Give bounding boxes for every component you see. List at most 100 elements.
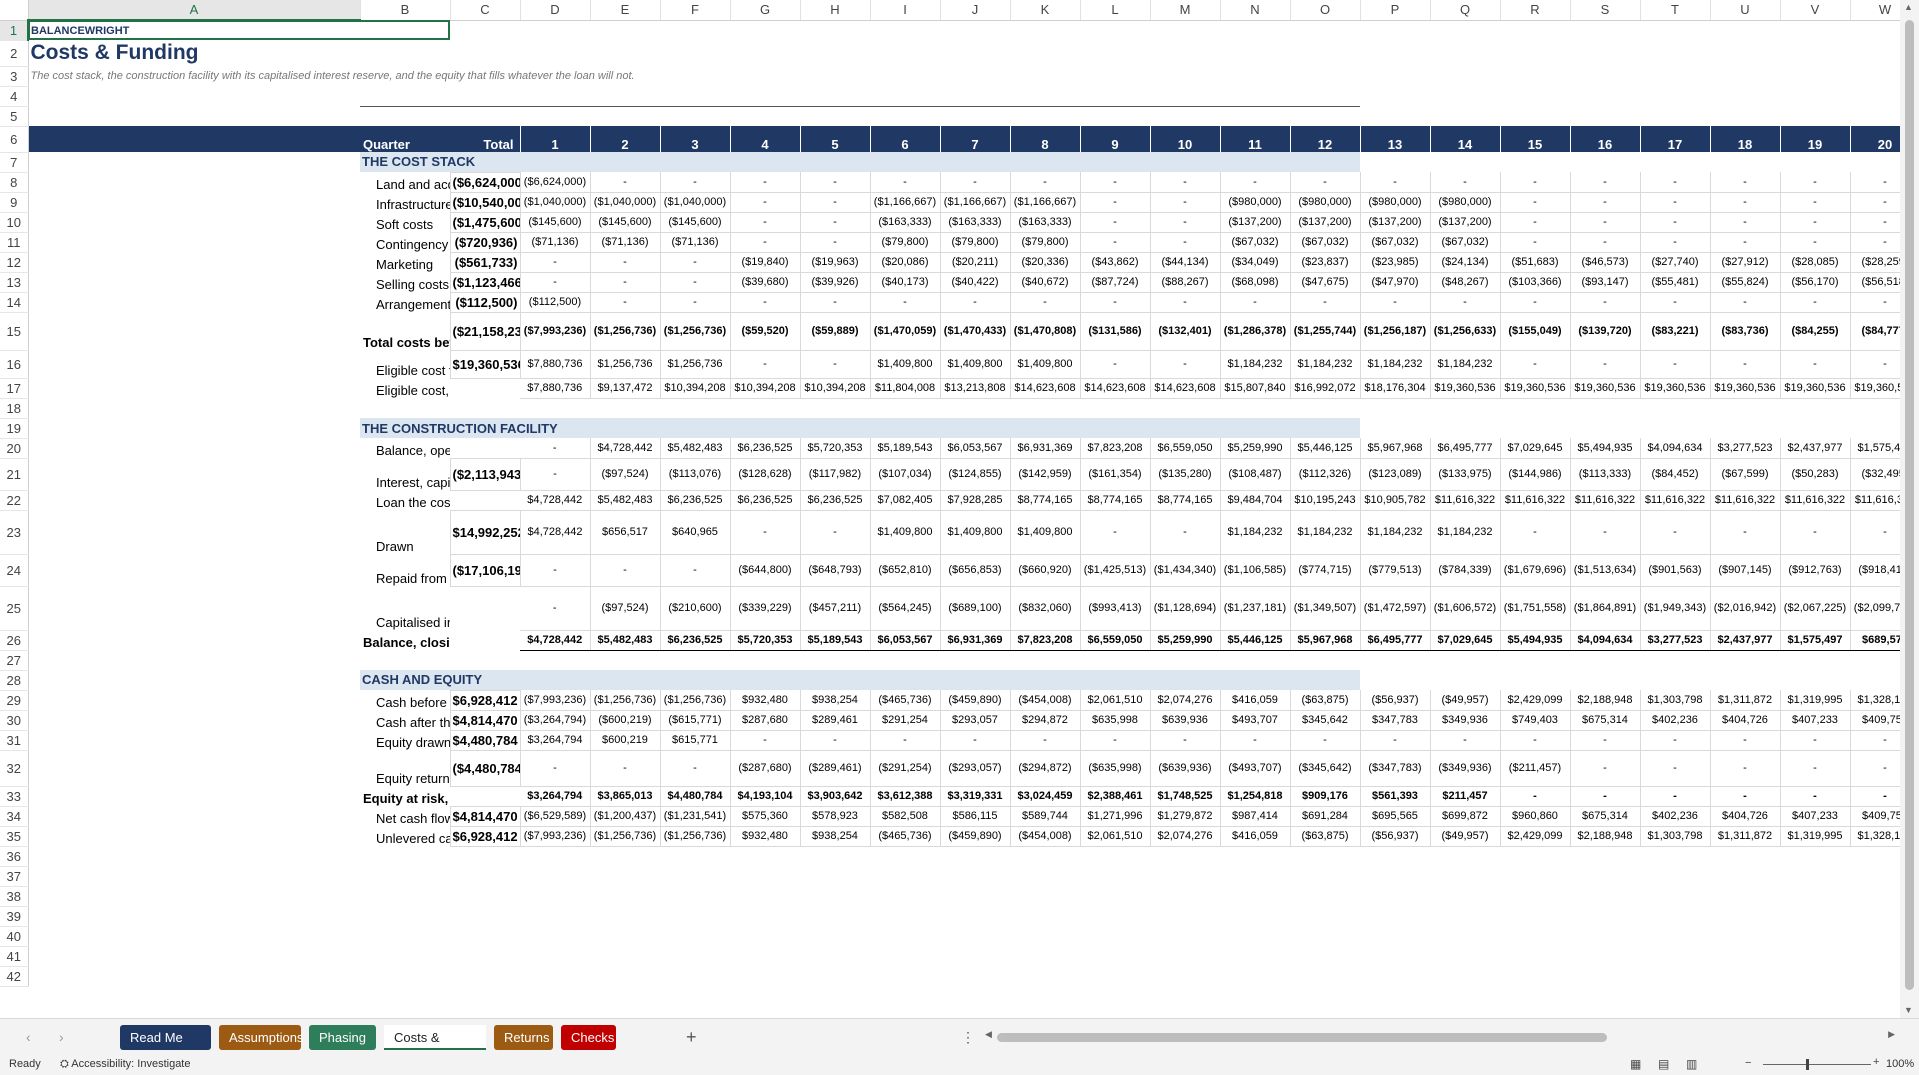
value-cell[interactable]: -: [1710, 212, 1781, 233]
value-cell[interactable]: -: [1780, 786, 1851, 807]
value-cell[interactable]: -: [590, 252, 661, 273]
value-cell[interactable]: ($20,336): [1010, 252, 1081, 273]
value-cell[interactable]: ($142,959): [1010, 458, 1081, 491]
cell[interactable]: [940, 926, 1010, 946]
value-cell[interactable]: $938,254: [800, 690, 871, 711]
value-cell[interactable]: -: [520, 438, 591, 459]
value-cell[interactable]: -: [1290, 172, 1361, 193]
cell[interactable]: [590, 886, 660, 906]
value-cell[interactable]: -: [520, 554, 591, 587]
value-cell[interactable]: $9,484,704: [1220, 490, 1291, 511]
cell[interactable]: [1500, 152, 1570, 172]
quarter-header[interactable]: 5: [800, 126, 871, 152]
value-cell[interactable]: ($68,098): [1220, 272, 1291, 293]
cell[interactable]: [940, 846, 1010, 866]
value-cell[interactable]: $10,195,243: [1290, 490, 1361, 511]
column-header[interactable]: T: [1640, 0, 1711, 21]
row-label[interactable]: Balance, opening: [360, 438, 450, 458]
cell[interactable]: [660, 906, 730, 926]
row-header[interactable]: 33: [0, 786, 29, 807]
value-cell[interactable]: $1,319,995: [1780, 690, 1851, 711]
value-cell[interactable]: $19,360,536: [1430, 378, 1501, 399]
cell[interactable]: [1850, 886, 1900, 906]
value-cell[interactable]: -: [1080, 350, 1151, 379]
value-cell[interactable]: ($293,057): [940, 750, 1011, 787]
cell[interactable]: [1150, 966, 1220, 986]
cell[interactable]: [1850, 926, 1900, 946]
quarter-header[interactable]: 7: [940, 126, 1011, 152]
cell[interactable]: [1570, 152, 1640, 172]
cell[interactable]: [1570, 926, 1640, 946]
value-cell[interactable]: ($123,089): [1360, 458, 1431, 491]
row-header[interactable]: 5: [0, 106, 29, 127]
value-cell[interactable]: ($132,401): [1150, 312, 1221, 351]
row-header[interactable]: 1: [0, 20, 29, 41]
cell[interactable]: [800, 40, 870, 66]
value-cell[interactable]: $4,193,104: [730, 786, 801, 807]
value-cell[interactable]: ($79,800): [1010, 232, 1081, 253]
cell[interactable]: [28, 750, 360, 786]
value-cell[interactable]: -: [520, 252, 591, 273]
value-cell[interactable]: $5,259,990: [1150, 629, 1221, 651]
cell[interactable]: [28, 398, 360, 418]
value-cell[interactable]: -: [800, 192, 871, 213]
value-cell[interactable]: -: [1710, 350, 1781, 379]
tab-scroll-right-icon[interactable]: ›: [59, 1029, 64, 1045]
cell[interactable]: [1360, 66, 1430, 86]
value-cell[interactable]: -: [1010, 172, 1081, 193]
cell[interactable]: [1710, 66, 1780, 86]
value-cell[interactable]: ($294,872): [1010, 750, 1081, 787]
cell[interactable]: [1010, 20, 1080, 40]
row-total[interactable]: $4,814,470: [449, 709, 521, 731]
cell[interactable]: [1220, 966, 1290, 986]
cell[interactable]: [660, 866, 730, 886]
cell[interactable]: [1150, 66, 1220, 86]
value-cell[interactable]: ($34,049): [1220, 252, 1291, 273]
cell[interactable]: [360, 846, 450, 866]
cell[interactable]: [730, 906, 800, 926]
value-cell[interactable]: $1,409,800: [940, 510, 1011, 555]
value-cell[interactable]: ($19,963): [800, 252, 871, 273]
quarter-header[interactable]: 10: [1150, 126, 1221, 152]
value-cell[interactable]: -: [1010, 292, 1081, 313]
cell[interactable]: [730, 846, 800, 866]
value-cell[interactable]: $6,559,050: [1080, 629, 1151, 651]
cell[interactable]: [1150, 106, 1220, 126]
cell[interactable]: [1290, 398, 1360, 418]
value-cell[interactable]: $1,575,497: [1780, 629, 1851, 651]
value-cell[interactable]: $409,754: [1850, 710, 1900, 731]
cell[interactable]: [360, 106, 450, 126]
value-cell[interactable]: -: [800, 212, 871, 233]
row-label[interactable]: Repaid from release prices: [360, 554, 450, 586]
value-cell[interactable]: $5,482,483: [660, 438, 731, 459]
value-cell[interactable]: $5,446,125: [1290, 438, 1361, 459]
value-cell[interactable]: $3,612,388: [870, 786, 941, 807]
value-cell[interactable]: -: [1500, 730, 1571, 751]
value-cell[interactable]: -: [1570, 232, 1641, 253]
cell[interactable]: [1010, 846, 1080, 866]
value-cell[interactable]: ($980,000): [1360, 192, 1431, 213]
value-cell[interactable]: -: [730, 172, 801, 193]
value-cell[interactable]: -: [800, 510, 871, 555]
cell[interactable]: [28, 866, 360, 886]
cell[interactable]: [1500, 66, 1570, 86]
tab-scroll-left-icon[interactable]: ‹: [26, 1029, 31, 1045]
row-label[interactable]: Balance, closing: [360, 630, 450, 650]
normal-view-icon[interactable]: ▦: [1630, 1057, 1641, 1071]
cell[interactable]: [1570, 20, 1640, 40]
value-cell[interactable]: ($55,481): [1640, 272, 1711, 293]
column-header[interactable]: C: [450, 0, 521, 21]
cell[interactable]: [590, 20, 660, 40]
cell[interactable]: [1710, 966, 1780, 986]
cell[interactable]: [1780, 966, 1850, 986]
value-cell[interactable]: $5,259,990: [1220, 438, 1291, 459]
cell[interactable]: [360, 926, 450, 946]
value-cell[interactable]: -: [660, 554, 731, 587]
value-cell[interactable]: -: [730, 192, 801, 213]
row-header[interactable]: 40: [0, 926, 29, 947]
value-cell[interactable]: ($59,889): [800, 312, 871, 351]
quarter-header[interactable]: 9: [1080, 126, 1151, 152]
value-cell[interactable]: -: [1360, 292, 1431, 313]
value-cell[interactable]: $6,236,525: [730, 490, 801, 511]
cell[interactable]: [450, 106, 520, 126]
